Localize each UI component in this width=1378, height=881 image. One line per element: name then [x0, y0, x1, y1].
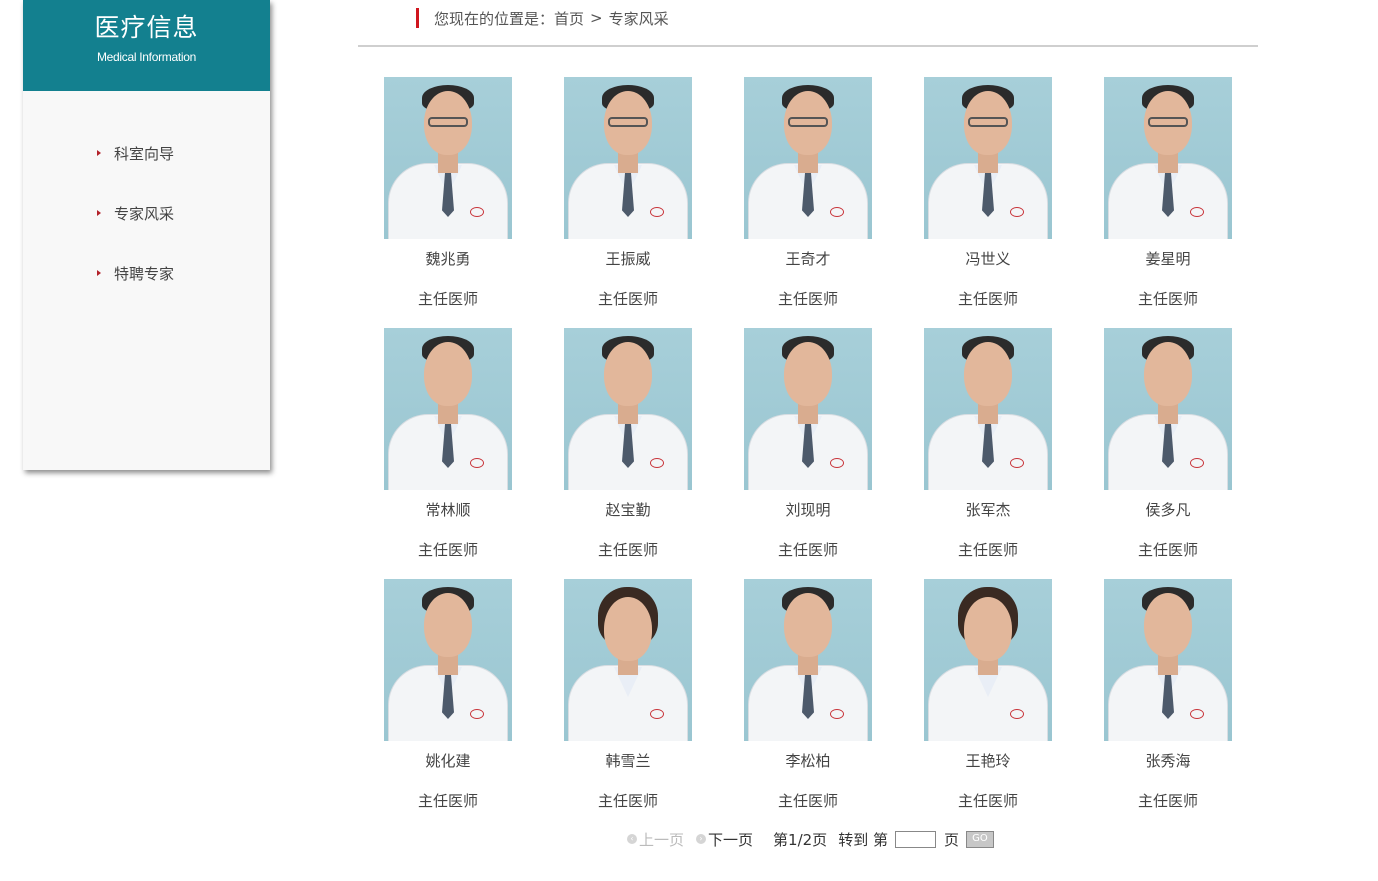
expert-card[interactable]: 王艳玲 主任医师	[898, 579, 1078, 812]
expert-name[interactable]: 王奇才	[785, 248, 830, 270]
expert-title: 主任医师	[1137, 541, 1198, 559]
expert-name[interactable]: 魏兆勇	[425, 248, 470, 270]
expert-name[interactable]: 王振威	[605, 248, 650, 270]
sidebar-item-experts[interactable]: 专家风采	[23, 183, 270, 243]
expert-title: 主任医师	[597, 792, 658, 810]
expert-title: 主任医师	[957, 290, 1018, 308]
expert-card[interactable]: 魏兆勇 主任医师	[358, 77, 538, 310]
expert-grid: 魏兆勇 主任医师 王振威 主任医师 王奇才 主任医师 冯世义 主任医师 姜星明 主任医师 常林顺 主任…	[358, 77, 1258, 812]
sidebar-header: 医疗信息 Medical Information	[23, 0, 270, 91]
breadcrumb: 您现在的位置是： 首页 > 专家风采	[416, 7, 669, 29]
expert-title: 主任医师	[957, 541, 1018, 559]
expert-title: 主任医师	[777, 541, 838, 559]
expert-photo[interactable]	[1104, 579, 1232, 741]
chevron-left-icon: ‹	[627, 834, 637, 844]
expert-title: 主任医师	[417, 290, 478, 308]
sidebar-item-label: 专家风采	[114, 204, 175, 223]
expert-name[interactable]: 刘现明	[785, 499, 830, 521]
expert-title: 主任医师	[597, 290, 658, 308]
chevron-right-icon: ›	[696, 834, 707, 844]
sidebar: 医疗信息 Medical Information 科室向导 专家风采 特聘专家	[23, 0, 270, 470]
expert-photo[interactable]	[924, 579, 1052, 741]
expert-photo[interactable]	[564, 579, 692, 741]
expert-card[interactable]: 冯世义 主任医师	[898, 77, 1078, 310]
expert-photo[interactable]	[384, 579, 512, 741]
expert-name[interactable]: 张军杰	[965, 499, 1010, 521]
bullet-arrow-icon	[97, 210, 101, 216]
expert-name[interactable]: 冯世义	[965, 248, 1010, 270]
expert-name[interactable]: 李松柏	[785, 750, 830, 772]
page-info: 第1/2页	[773, 830, 828, 849]
expert-card[interactable]: 王振威 主任医师	[538, 77, 718, 310]
expert-title: 主任医师	[1137, 792, 1198, 810]
breadcrumb-separator: >	[590, 9, 603, 27]
sidebar-item-department-guide[interactable]: 科室向导	[23, 123, 270, 183]
expert-card[interactable]: 赵宝勤 主任医师	[538, 328, 718, 561]
expert-name[interactable]: 常林顺	[425, 499, 470, 521]
goto-label: 转到 第	[838, 830, 888, 849]
next-page-button[interactable]: › 下一页	[696, 829, 753, 850]
go-button[interactable]: GO	[965, 830, 994, 848]
sidebar-item-label: 科室向导	[114, 144, 175, 163]
expert-name[interactable]: 侯多凡	[1145, 499, 1190, 521]
expert-card[interactable]: 张秀海 主任医师	[1078, 579, 1258, 812]
expert-photo[interactable]	[744, 77, 872, 239]
expert-card[interactable]: 常林顺 主任医师	[358, 328, 538, 561]
sidebar-title: 医疗信息	[94, 13, 199, 42]
expert-photo[interactable]	[384, 77, 512, 239]
expert-title: 主任医师	[417, 541, 478, 559]
expert-card[interactable]: 刘现明 主任医师	[718, 328, 898, 561]
expert-photo[interactable]	[924, 77, 1052, 239]
next-page-label: 下一页	[708, 830, 754, 849]
expert-title: 主任医师	[597, 541, 658, 559]
sidebar-item-special-experts[interactable]: 特聘专家	[23, 243, 270, 303]
sidebar-item-label: 特聘专家	[114, 264, 175, 283]
bullet-arrow-icon	[97, 150, 101, 156]
prev-page-label: 上一页	[639, 830, 685, 849]
expert-photo[interactable]	[564, 328, 692, 490]
expert-title: 主任医师	[1137, 290, 1198, 308]
expert-name[interactable]: 张秀海	[1145, 750, 1190, 772]
page-suffix: 页	[943, 830, 959, 849]
expert-photo[interactable]	[564, 77, 692, 239]
expert-name[interactable]: 韩雪兰	[605, 750, 650, 772]
expert-photo[interactable]	[744, 579, 872, 741]
expert-card[interactable]: 张军杰 主任医师	[898, 328, 1078, 561]
expert-name[interactable]: 姚化建	[425, 750, 470, 772]
prev-page-button[interactable]: ‹ 上一页	[627, 829, 684, 850]
expert-name[interactable]: 赵宝勤	[605, 499, 650, 521]
expert-card[interactable]: 李松柏 主任医师	[718, 579, 898, 812]
pagination: ‹ 上一页 › 下一页 第1/2页 转到 第 页 GO	[627, 828, 994, 850]
expert-name[interactable]: 姜星明	[1145, 248, 1190, 270]
expert-card[interactable]: 韩雪兰 主任医师	[538, 579, 718, 812]
expert-title: 主任医师	[777, 792, 838, 810]
breadcrumb-prefix: 您现在的位置是：	[434, 9, 555, 28]
sidebar-menu: 科室向导 专家风采 特聘专家	[23, 91, 270, 303]
expert-photo[interactable]	[744, 328, 872, 490]
breadcrumb-current-link[interactable]: 专家风采	[609, 8, 669, 29]
expert-title: 主任医师	[417, 792, 478, 810]
breadcrumb-marker	[416, 8, 419, 28]
breadcrumb-home-link[interactable]: 首页	[554, 8, 584, 29]
expert-photo[interactable]	[1104, 328, 1232, 490]
expert-card[interactable]: 侯多凡 主任医师	[1078, 328, 1258, 561]
sidebar-subtitle: Medical Information	[96, 50, 196, 64]
expert-card[interactable]: 姜星明 主任医师	[1078, 77, 1258, 310]
expert-photo[interactable]	[384, 328, 512, 490]
breadcrumb-divider	[358, 45, 1258, 47]
expert-title: 主任医师	[777, 290, 838, 308]
expert-photo[interactable]	[1104, 77, 1232, 239]
expert-card[interactable]: 王奇才 主任医师	[718, 77, 898, 310]
expert-card[interactable]: 姚化建 主任医师	[358, 579, 538, 812]
page-number-input[interactable]	[894, 830, 936, 848]
expert-name[interactable]: 王艳玲	[965, 750, 1010, 772]
expert-photo[interactable]	[924, 328, 1052, 490]
expert-title: 主任医师	[957, 792, 1018, 810]
bullet-arrow-icon	[97, 270, 101, 276]
